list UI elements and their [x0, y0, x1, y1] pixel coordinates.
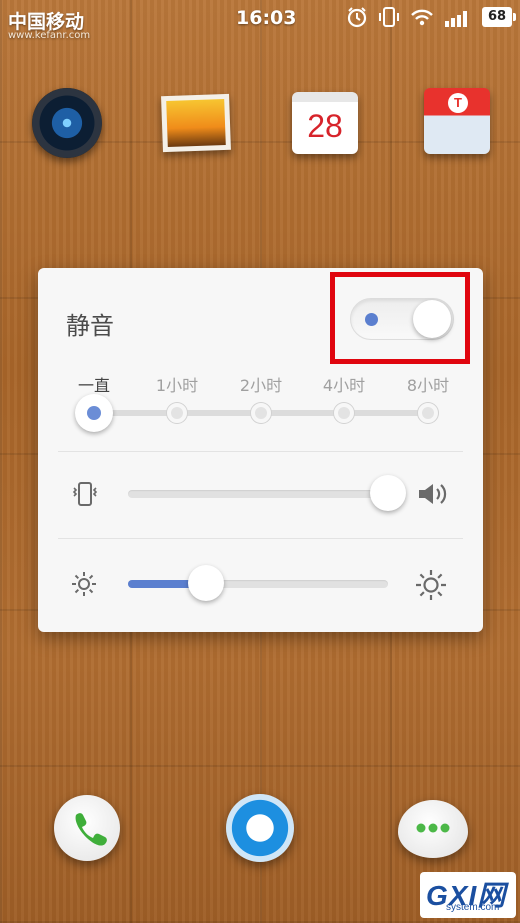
chat-dots-icon [416, 823, 450, 833]
duration-label-2h[interactable]: 2小时 [240, 372, 282, 396]
divider [58, 451, 463, 452]
alarm-icon [347, 7, 367, 28]
brightness-slider-track[interactable] [128, 565, 388, 601]
status-clock: 16:03 [236, 7, 297, 29]
battery-icon: 68 [482, 7, 516, 27]
phone-handset-icon [75, 813, 107, 846]
duration-label-4h[interactable]: 4小时 [323, 372, 365, 396]
volume-slider-track[interactable] [128, 475, 406, 511]
camera-icon[interactable] [32, 88, 102, 158]
calendar-icon[interactable]: 28 [292, 92, 358, 154]
duration-node[interactable] [167, 403, 187, 423]
brightness-high-icon [416, 570, 446, 600]
gallery-icon[interactable] [161, 93, 231, 153]
signal-icon [445, 11, 467, 27]
vibrate-icon [379, 7, 399, 27]
duration-node[interactable] [334, 403, 354, 423]
mute-label: 静音 [66, 312, 114, 340]
store-icon[interactable] [424, 88, 490, 154]
duration-label-always[interactable]: 一直 [78, 372, 110, 396]
duration-node[interactable] [251, 403, 271, 423]
site-logo: GXI网 system.com [420, 872, 516, 918]
wifi-icon [411, 9, 433, 26]
status-bar: 中国移动 www.kefanr.com 16:03 68 [0, 0, 520, 41]
vibrate-icon [72, 482, 98, 506]
duration-slider-thumb[interactable] [75, 394, 113, 432]
highlight-box [330, 272, 470, 364]
brightness-slider-thumb[interactable] [188, 565, 224, 601]
status-icons: 68 [346, 6, 516, 28]
messages-icon[interactable] [398, 800, 468, 858]
duration-node[interactable] [418, 403, 438, 423]
calendar-date: 28 [307, 108, 343, 144]
divider [58, 538, 463, 539]
watermark-text: www.kefanr.com [8, 30, 91, 41]
duration-label-8h[interactable]: 8小时 [407, 372, 449, 396]
speaker-icon [419, 484, 447, 504]
sound-panel: 静音 一直 1小时 2小时 4小时 8小时 [38, 268, 483, 632]
phone-icon[interactable] [54, 795, 120, 861]
browser-icon[interactable] [226, 794, 294, 862]
duration-label-1h[interactable]: 1小时 [156, 372, 198, 396]
brightness-low-icon [72, 572, 96, 596]
volume-slider-thumb[interactable] [370, 475, 406, 511]
site-logo-sub: system.com [446, 902, 500, 913]
